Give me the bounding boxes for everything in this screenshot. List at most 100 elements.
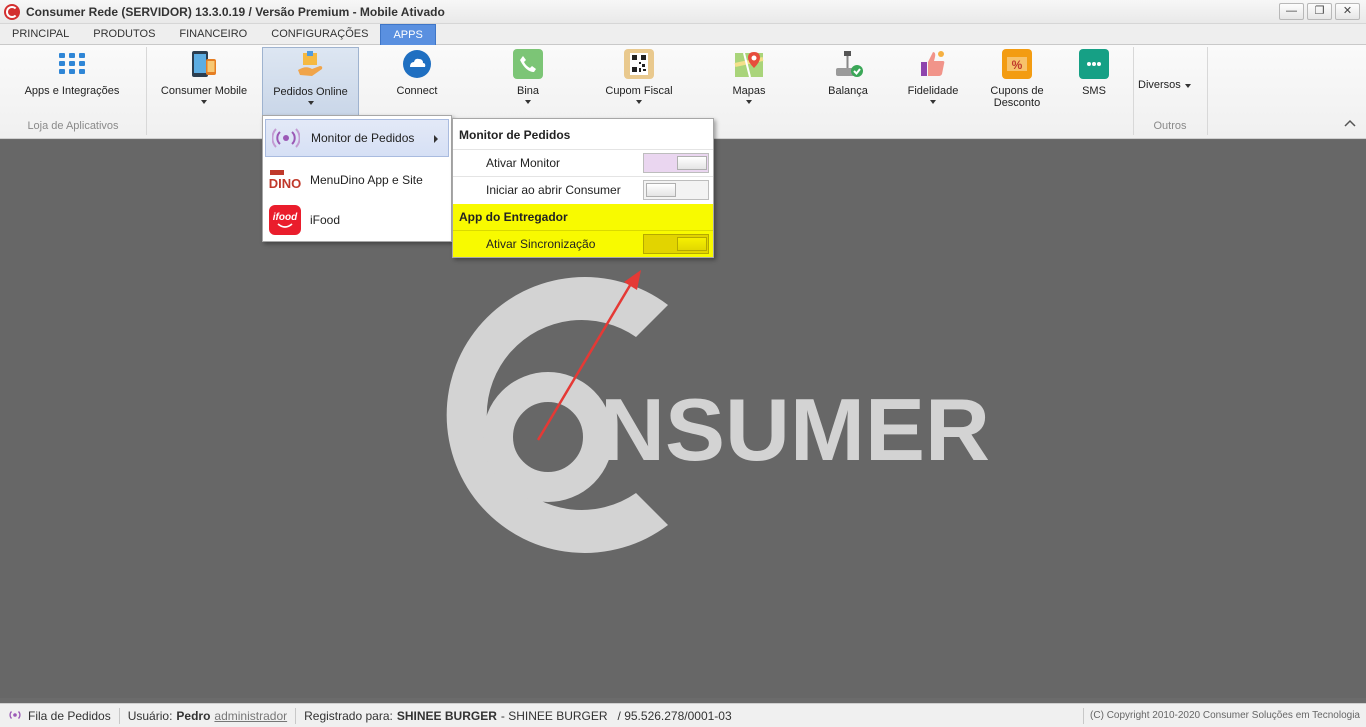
map-icon	[734, 49, 764, 79]
registrado-name: SHINEE BURGER	[396, 708, 497, 723]
collapse-ribbon-icon[interactable]	[1344, 119, 1356, 130]
fila-pedidos-label: Fila de Pedidos	[28, 708, 111, 723]
ribbon-separator	[1207, 47, 1208, 135]
phone-icon	[513, 49, 543, 79]
submenu-arrow-icon	[434, 135, 438, 143]
usuario-role-link[interactable]: administrador	[214, 708, 287, 724]
toggle-knob	[677, 237, 707, 251]
toggle-knob	[646, 183, 676, 197]
diversos-label: Diversos	[1138, 79, 1181, 91]
window-title: Consumer Rede (SERVIDOR) 13.3.0.19 / Ver…	[26, 4, 445, 19]
ribbon-tabs: PRINCIPAL PRODUTOS FINANCEIRO CONFIGURAÇ…	[0, 24, 1366, 45]
usuario-name: Pedro	[176, 708, 211, 723]
menudino-label: MenuDino App e Site	[310, 173, 423, 187]
grid-icon	[57, 49, 87, 79]
monitor-pedidos-label: Monitor de Pedidos	[311, 131, 415, 145]
ativar-monitor-label: Ativar Monitor	[486, 156, 561, 170]
tab-configuracoes[interactable]: CONFIGURAÇÕES	[259, 24, 380, 45]
mapas-button[interactable]: Mapas	[716, 49, 782, 119]
usuario-cell: Usuário: Pedro administrador	[120, 707, 297, 724]
toggle-knob	[677, 156, 707, 170]
ribbon-separator	[146, 47, 147, 135]
pedidos-online-button[interactable]: Pedidos Online	[262, 47, 359, 117]
dropdown-arrow-icon	[307, 101, 314, 105]
svg-text:%: %	[1012, 58, 1023, 72]
broadcast-icon	[270, 123, 302, 153]
copyright-text: (C) Copyright 2010-2020 Consumer Soluçõe…	[1083, 707, 1366, 724]
dropdown-arrow-icon	[746, 100, 752, 104]
row-ativar-monitor: Ativar Monitor	[453, 149, 713, 176]
row-ativar-sincronizacao: Ativar Sincronização	[453, 230, 713, 257]
bina-label: Bina	[516, 85, 540, 97]
close-button[interactable]: ✕	[1335, 3, 1360, 20]
thumbs-up-icon	[918, 49, 948, 79]
submenu-header-entregador: App do Entregador	[459, 210, 568, 224]
dropdown-arrow-icon	[930, 100, 936, 104]
fidelidade-label: Fidelidade	[907, 85, 959, 97]
usuario-label: Usuário:	[127, 708, 173, 723]
submenu-header-monitor: Monitor de Pedidos	[459, 128, 571, 142]
svg-text:ifood: ifood	[273, 212, 298, 223]
ativar-sincronizacao-toggle[interactable]	[643, 234, 709, 254]
dropdown-arrow-icon	[1184, 83, 1191, 88]
cupom-fiscal-label: Cupom Fiscal	[605, 85, 673, 97]
registrado-label: Registrado para:	[304, 708, 393, 723]
mapas-label: Mapas	[732, 85, 766, 97]
apps-integracoes-label: Apps e Integrações	[24, 85, 120, 97]
logo-text: NSUMER	[600, 380, 990, 479]
registrado-details: - SHINEE BURGER / 95.526.278/0001-03	[500, 708, 732, 723]
diversos-button[interactable]: Diversos	[1138, 75, 1202, 95]
bina-button[interactable]: Bina	[490, 49, 566, 119]
iniciar-consumer-toggle[interactable]	[643, 180, 709, 200]
menu-item-ifood[interactable]: ifood iFood	[265, 201, 449, 239]
mobile-devices-icon	[189, 49, 219, 79]
pedidos-online-label: Pedidos Online	[273, 86, 348, 98]
broadcast-icon	[8, 708, 22, 724]
consumer-mobile-button[interactable]: Consumer Mobile	[158, 49, 250, 119]
sms-button[interactable]: SMS	[1070, 49, 1118, 119]
dropdown-arrow-icon	[636, 100, 642, 104]
tab-principal[interactable]: PRINCIPAL	[0, 24, 81, 45]
tab-produtos[interactable]: PRODUTOS	[81, 24, 167, 45]
balanca-button[interactable]: Balança	[816, 49, 880, 119]
fidelidade-button[interactable]: Fidelidade	[900, 49, 966, 119]
status-bar: Fila de Pedidos Usuário: Pedro administr…	[0, 703, 1366, 727]
ativar-monitor-toggle[interactable]	[643, 153, 709, 173]
tab-apps[interactable]: APPS	[380, 24, 436, 45]
cupom-fiscal-button[interactable]: Cupom Fiscal	[598, 49, 680, 119]
title-bar: Consumer Rede (SERVIDOR) 13.3.0.19 / Ver…	[0, 0, 1366, 24]
minimize-button[interactable]: —	[1279, 3, 1304, 20]
entregador-highlight: App do Entregador Ativar Sincronização	[453, 204, 713, 257]
iniciar-consumer-label: Iniciar ao abrir Consumer	[486, 183, 621, 197]
menu-item-monitor-pedidos[interactable]: Monitor de Pedidos	[265, 119, 449, 157]
menu-item-menudino[interactable]: DINO MenuDino App e Site	[265, 161, 449, 199]
ifood-label: iFood	[310, 213, 341, 227]
group-label-outros: Outros	[1153, 120, 1187, 132]
qrcode-icon	[624, 49, 654, 79]
tab-financeiro[interactable]: FINANCEIRO	[167, 24, 259, 45]
online-orders-icon	[296, 50, 326, 80]
balanca-label: Balança	[828, 85, 868, 97]
consumer-mobile-label: Consumer Mobile	[160, 85, 248, 97]
row-iniciar-consumer: Iniciar ao abrir Consumer	[453, 176, 713, 203]
cloud-icon	[402, 49, 432, 79]
connect-button[interactable]: Connect	[378, 49, 456, 119]
registrado-cell: Registrado para: SHINEE BURGER - SHINEE …	[296, 708, 740, 724]
svg-text:DINO: DINO	[269, 176, 301, 190]
fila-pedidos-cell[interactable]: Fila de Pedidos	[0, 707, 120, 724]
restore-button[interactable]: ❐	[1307, 3, 1332, 20]
sms-icon	[1079, 49, 1109, 79]
window-controls: — ❐ ✕	[1279, 3, 1360, 20]
sms-label: SMS	[1082, 85, 1106, 97]
connect-label: Connect	[396, 85, 438, 97]
menudino-logo-icon: DINO	[269, 165, 301, 195]
coupon-icon: %	[1002, 49, 1032, 79]
dropdown-arrow-icon	[525, 100, 531, 104]
scale-icon	[833, 49, 863, 79]
apps-integracoes-button[interactable]: Apps e Integrações	[18, 49, 126, 119]
cupons-desconto-button[interactable]: % Cupons de Desconto	[982, 49, 1052, 119]
ifood-logo-icon: ifood	[269, 205, 301, 235]
dropdown-arrow-icon	[201, 100, 207, 104]
logo-o-ring	[483, 372, 613, 502]
monitor-submenu: Monitor de Pedidos Ativar Monitor Inicia…	[452, 118, 714, 258]
